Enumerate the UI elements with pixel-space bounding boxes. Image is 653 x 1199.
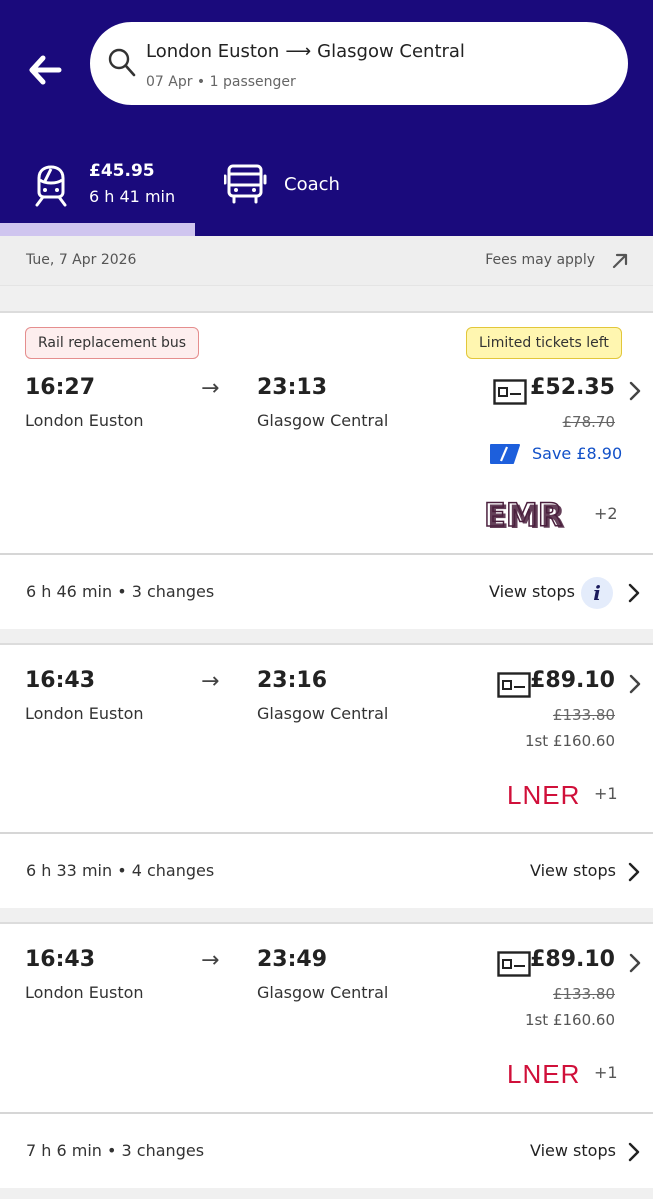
journey-footer: 6 h 46 min • 3 changes View stops i bbox=[0, 553, 653, 629]
chevron-right-icon[interactable] bbox=[627, 862, 641, 882]
departure-station: London Euston bbox=[25, 411, 144, 430]
lner-logo-icon: LNER bbox=[507, 1059, 580, 1088]
limited-tickets-badge: Limited tickets left bbox=[466, 327, 622, 359]
info-icon[interactable]: i bbox=[581, 577, 613, 609]
arrival-time: 23:49 bbox=[257, 947, 328, 972]
back-button[interactable] bbox=[24, 50, 66, 90]
origin-station: London Euston bbox=[146, 41, 280, 62]
coach-icon bbox=[224, 164, 267, 204]
save-amount: Save £8.90 bbox=[532, 444, 623, 463]
travel-date: Tue, 7 Apr 2026 bbox=[26, 252, 137, 268]
selected-tab-indicator bbox=[0, 223, 195, 236]
chevron-right-icon[interactable] bbox=[628, 381, 642, 401]
arrival-time: 23:16 bbox=[257, 668, 328, 693]
emr-logo-icon: EMR EMR bbox=[483, 496, 565, 532]
journey-summary: 7 h 6 min • 3 changes bbox=[26, 1141, 205, 1160]
journey-card[interactable]: 16:43 London Euston → 23:16 Glasgow Cent… bbox=[0, 643, 653, 832]
journey-arrow-icon: → bbox=[201, 948, 220, 973]
journey-search-field[interactable]: London Euston ⟶ Glasgow Central 07 Apr •… bbox=[90, 22, 628, 105]
journey-summary: 6 h 33 min • 4 changes bbox=[26, 861, 215, 880]
train-tab-price: £45.95 bbox=[89, 161, 155, 181]
extra-operators-count: +1 bbox=[594, 1063, 618, 1082]
view-stops-button[interactable]: View stops bbox=[530, 1141, 616, 1160]
original-price: £78.70 bbox=[562, 413, 616, 431]
mode-tabs: £45.95 6 h 41 min Coach bbox=[0, 150, 653, 236]
ticket-price: £89.10 bbox=[530, 668, 615, 693]
svg-text:LNER: LNER bbox=[507, 1059, 580, 1088]
svg-text:EMR: EMR bbox=[487, 498, 565, 532]
route-arrow-icon: ⟶ bbox=[285, 41, 312, 62]
tab-coach[interactable]: Coach bbox=[195, 150, 375, 236]
railcard-icon bbox=[490, 444, 520, 464]
svg-text:LNER: LNER bbox=[507, 780, 580, 809]
journey-footer: 6 h 33 min • 4 changes View stops bbox=[0, 832, 653, 908]
first-class-price: 1st £160.60 bbox=[524, 732, 615, 750]
chevron-right-icon[interactable] bbox=[627, 583, 641, 603]
journey-card[interactable]: Rail replacement bus Limited tickets lef… bbox=[0, 311, 653, 553]
departure-time: 16:43 bbox=[25, 668, 96, 693]
fees-link[interactable]: Fees may apply bbox=[485, 252, 595, 268]
journey-arrow-icon: → bbox=[201, 376, 220, 401]
ticket-icon bbox=[497, 951, 531, 977]
chevron-right-icon[interactable] bbox=[627, 1142, 641, 1162]
journey-footer: 7 h 6 min • 3 changes View stops bbox=[0, 1112, 653, 1188]
original-price: £133.80 bbox=[552, 706, 615, 724]
route: London Euston ⟶ Glasgow Central bbox=[146, 41, 465, 62]
tab-train[interactable]: £45.95 6 h 41 min bbox=[0, 150, 195, 236]
arrival-station: Glasgow Central bbox=[257, 983, 389, 1002]
rail-replacement-badge: Rail replacement bus bbox=[25, 327, 200, 359]
extra-operators-count: +1 bbox=[594, 784, 618, 803]
app-header: London Euston ⟶ Glasgow Central 07 Apr •… bbox=[0, 0, 653, 236]
view-stops-button[interactable]: View stops bbox=[530, 861, 616, 880]
ticket-icon bbox=[497, 672, 531, 698]
arrival-station: Glasgow Central bbox=[257, 704, 389, 723]
departure-station: London Euston bbox=[25, 983, 144, 1002]
first-class-price: 1st £160.60 bbox=[524, 1011, 615, 1029]
departure-station: London Euston bbox=[25, 704, 144, 723]
date-bar: Tue, 7 Apr 2026 Fees may apply bbox=[0, 236, 653, 286]
coach-tab-label: Coach bbox=[284, 174, 340, 195]
arrival-station: Glasgow Central bbox=[257, 411, 389, 430]
train-tab-duration: 6 h 41 min bbox=[89, 187, 176, 206]
lner-logo-icon: LNER bbox=[507, 780, 580, 809]
destination-station: Glasgow Central bbox=[317, 41, 465, 62]
chevron-right-icon[interactable] bbox=[628, 674, 642, 694]
journey-summary: 6 h 46 min • 3 changes bbox=[26, 582, 215, 601]
arrow-left-icon bbox=[29, 55, 62, 85]
external-link-icon[interactable] bbox=[611, 252, 629, 270]
train-icon bbox=[35, 165, 67, 207]
departure-time: 16:27 bbox=[25, 375, 96, 400]
ticket-icon bbox=[493, 379, 527, 405]
view-stops-button[interactable]: View stops bbox=[489, 582, 575, 601]
ticket-price: £52.35 bbox=[530, 375, 615, 400]
search-icon bbox=[108, 48, 136, 77]
journey-card[interactable]: 16:43 London Euston → 23:49 Glasgow Cent… bbox=[0, 922, 653, 1112]
journey-meta: 07 Apr • 1 passenger bbox=[146, 74, 296, 90]
journey-arrow-icon: → bbox=[201, 669, 220, 694]
ticket-price: £89.10 bbox=[530, 947, 615, 972]
arrival-time: 23:13 bbox=[257, 375, 328, 400]
extra-operators-count: +2 bbox=[594, 504, 618, 523]
chevron-right-icon[interactable] bbox=[628, 953, 642, 973]
original-price: £133.80 bbox=[552, 985, 615, 1003]
departure-time: 16:43 bbox=[25, 947, 96, 972]
